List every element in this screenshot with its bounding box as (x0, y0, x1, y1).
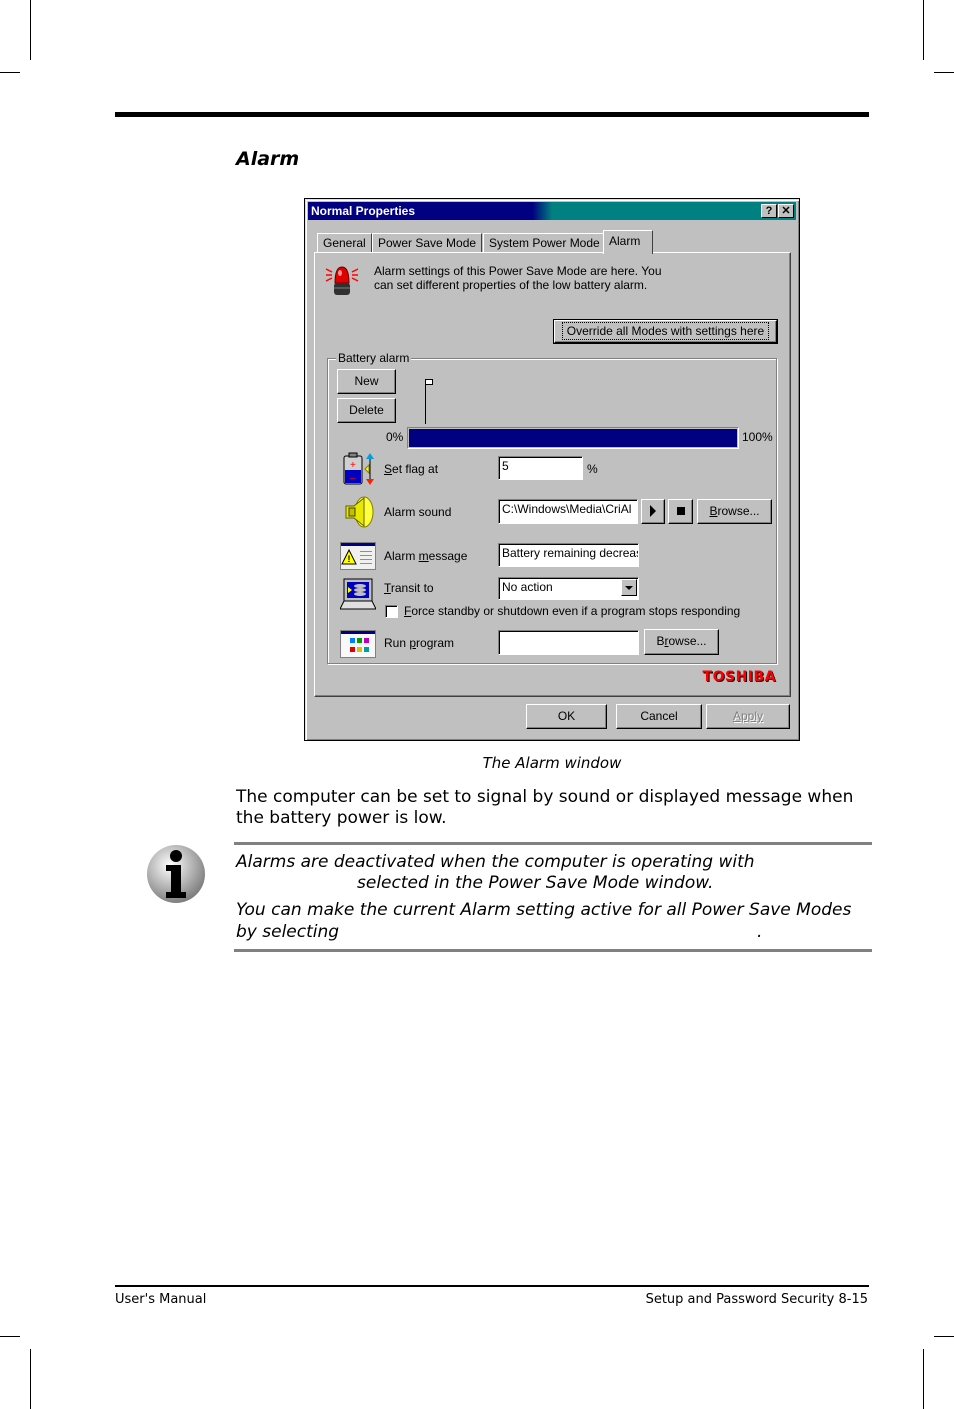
top-rule (115, 112, 869, 117)
note-line-4: by selecting (236, 922, 340, 942)
tab-system-power-mode[interactable]: System Power Mode (483, 233, 606, 253)
help-icon: ? (765, 205, 773, 217)
help-button[interactable]: ? (761, 204, 777, 218)
run-program-label: Run program (384, 636, 455, 650)
note-bottom-rule (234, 949, 872, 952)
svg-text:!: ! (348, 554, 351, 564)
alarm-siren-icon (325, 266, 359, 295)
transit-to-label: Transit to (384, 581, 434, 595)
alarm-tab-pane: Alarm settings of this Power Save Mode a… (314, 252, 791, 697)
dialog-title: Normal Properties (311, 204, 416, 218)
crop-mark (30, 0, 31, 60)
warning-message-icon: ! (340, 542, 376, 570)
battery-level-bar (407, 427, 739, 449)
force-standby-label: Force standby or shutdown even if a prog… (404, 604, 741, 618)
chevron-down-icon (625, 586, 633, 590)
tab-general[interactable]: General (317, 233, 372, 253)
new-button[interactable]: New (337, 369, 396, 394)
crop-mark (923, 1349, 924, 1409)
footer-left: User's Manual (115, 1292, 207, 1307)
run-program-browse-button[interactable]: Browse... (644, 629, 719, 655)
scale-min-label: 0% (386, 430, 404, 444)
cancel-button[interactable]: Cancel (616, 704, 702, 729)
footer-right: Setup and Password Security 8-15 (645, 1292, 868, 1307)
apply-button[interactable]: Apply (706, 704, 790, 729)
delete-button[interactable]: Delete (337, 398, 396, 423)
alarm-flag-marker[interactable] (425, 379, 434, 424)
tab-alarm[interactable]: Alarm (603, 230, 653, 254)
transit-to-select[interactable]: No action (498, 577, 639, 600)
stop-icon (676, 507, 685, 515)
note-line-4-end: . (757, 922, 763, 942)
battery-alarm-group: Battery alarm New Delete 0% 100% + – Set… (327, 351, 777, 664)
crop-mark (934, 72, 954, 73)
description-line-2: can set different properties of the low … (374, 278, 648, 292)
tab-power-save-mode[interactable]: Power Save Mode (372, 233, 483, 253)
note-top-rule (234, 842, 872, 845)
normal-properties-dialog: Normal Properties ? ✕ General Power Save… (304, 198, 800, 741)
stop-button[interactable] (668, 499, 693, 524)
note-line-3: You can make the current Alarm setting a… (236, 900, 852, 920)
battery-alarm-legend: Battery alarm (336, 351, 412, 365)
close-button[interactable]: ✕ (778, 204, 794, 218)
toshiba-logo: TOSHIBA (702, 669, 776, 685)
crop-mark (923, 0, 924, 60)
alarm-message-label: Alarm message (384, 549, 468, 563)
alarm-sound-label: Alarm sound (384, 505, 452, 519)
play-icon (650, 505, 656, 517)
crop-mark (0, 1336, 20, 1337)
battery-level-icon: + – (343, 452, 374, 485)
scale-max-label: 100% (742, 430, 773, 444)
program-window-icon (340, 630, 376, 658)
info-icon (147, 845, 205, 903)
battery-level-bar-fill (409, 429, 737, 447)
force-standby-checkbox[interactable] (385, 605, 398, 618)
ok-button[interactable]: OK (526, 704, 607, 729)
laptop-icon (340, 578, 376, 610)
dropdown-button[interactable] (621, 579, 637, 596)
svg-text:+: + (350, 460, 356, 471)
body-paragraph: The computer can be set to signal by sou… (236, 787, 854, 828)
alarm-message-input[interactable]: Battery remaining decreas (498, 543, 639, 567)
note-line-1: Alarms are deactivated when the computer… (236, 852, 755, 872)
set-flag-label: Set flag at (384, 462, 439, 476)
note-line-2: selected in the Power Save Mode window. (357, 873, 714, 893)
crop-mark (934, 1336, 954, 1337)
figure-caption: The Alarm window (482, 754, 622, 772)
crop-mark (30, 1349, 31, 1409)
description-line-1: Alarm settings of this Power Save Mode a… (374, 264, 662, 278)
override-button-label: Override all Modes with settings here (561, 322, 770, 340)
svg-text:–: – (350, 473, 356, 484)
transit-to-selected: No action (502, 580, 553, 594)
title-bar[interactable]: Normal Properties ? ✕ (308, 202, 796, 220)
play-button[interactable] (641, 499, 665, 524)
run-program-input[interactable] (498, 630, 639, 655)
footer-rule (115, 1285, 869, 1287)
alarm-sound-input[interactable]: C:\Windows\Media\CriAl (498, 499, 638, 524)
section-title: Alarm (236, 148, 300, 170)
set-flag-input[interactable]: 5 (498, 456, 583, 480)
close-icon: ✕ (781, 205, 791, 217)
crop-mark (0, 72, 20, 73)
set-flag-unit: % (587, 462, 598, 476)
speaker-icon (345, 496, 374, 528)
alarm-sound-browse-button[interactable]: Browse... (697, 499, 772, 524)
override-all-modes-button[interactable]: Override all Modes with settings here (553, 319, 778, 344)
